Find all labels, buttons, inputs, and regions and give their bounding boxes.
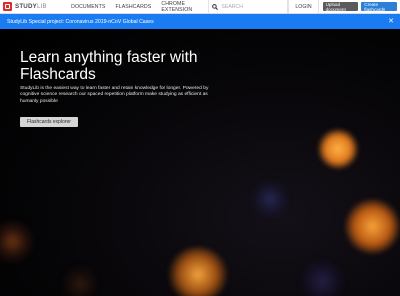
bokeh-light — [250, 179, 290, 219]
search-box — [208, 0, 289, 13]
nav-link-documents[interactable]: DOCUMENTS — [66, 0, 110, 13]
bokeh-light — [168, 247, 228, 296]
nav-link-chrome-extension[interactable]: CHROME EXTENSION — [156, 0, 205, 13]
hero-description: StudyLib is the easiest way to learn fas… — [20, 86, 209, 104]
logo-lite-text: LIB — [36, 3, 47, 10]
search-input[interactable] — [221, 1, 288, 12]
logo-icon — [3, 2, 12, 11]
account-nav: LOGIN Upload document Create flashcards — [288, 0, 400, 13]
bokeh-light — [60, 264, 100, 296]
top-navbar: STUDYLIB DOCUMENTS FLASHCARDS CHROME EXT… — [0, 0, 400, 14]
announcement-banner: StudyLib Special project: Coronavirus 20… — [0, 14, 400, 29]
hero-section: Learn anything faster with Flashcards St… — [0, 29, 400, 296]
banner-link[interactable]: StudyLib Special project: Coronavirus 20… — [7, 19, 154, 25]
flashcards-explorer-button[interactable]: Flashcards explorer — [20, 117, 78, 127]
bokeh-light — [300, 259, 345, 296]
logo-main-text: STUDY — [15, 3, 37, 10]
bokeh-light — [0, 219, 35, 264]
bokeh-light — [318, 129, 358, 169]
create-flashcards-button[interactable]: Create flashcards — [361, 2, 397, 12]
nav-links: DOCUMENTS FLASHCARDS CHROME EXTENSION — [55, 0, 205, 13]
bokeh-light — [345, 199, 400, 254]
close-icon[interactable]: ✕ — [388, 18, 394, 25]
login-link[interactable]: LOGIN — [288, 0, 319, 13]
logo-text: STUDYLIB — [15, 3, 47, 10]
search-icon[interactable] — [209, 3, 221, 10]
upload-document-button[interactable]: Upload document — [322, 2, 359, 12]
nav-link-flashcards[interactable]: FLASHCARDS — [110, 0, 156, 13]
site-logo[interactable]: STUDYLIB — [3, 2, 55, 11]
hero-title: Learn anything faster with Flashcards — [20, 49, 198, 83]
